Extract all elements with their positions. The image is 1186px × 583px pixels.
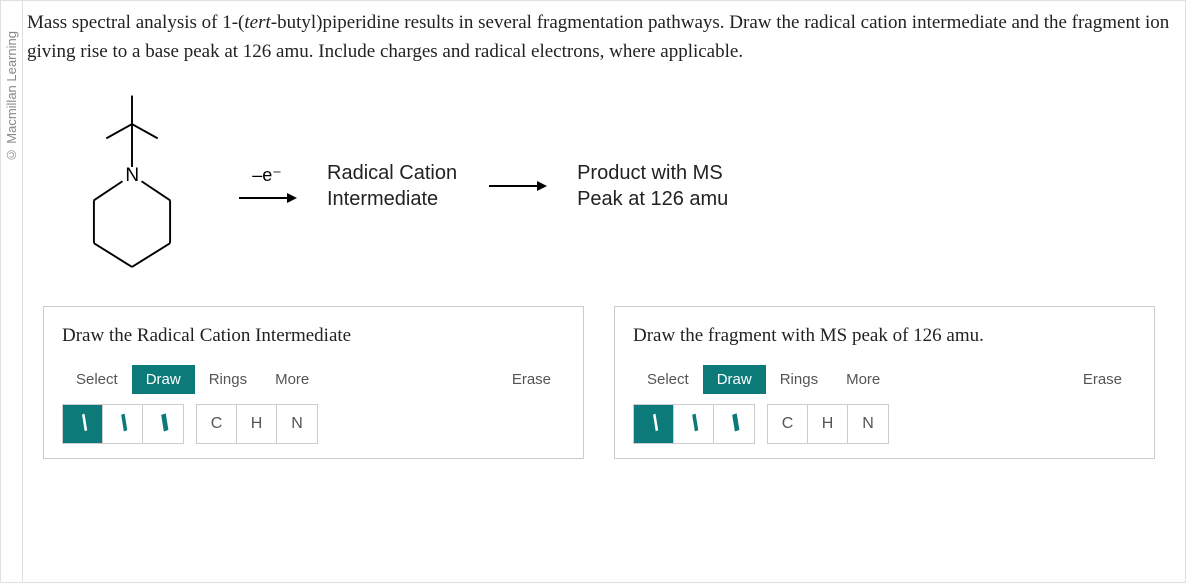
atom-group-right: C H N <box>767 404 889 444</box>
bond-group-right: / // /// <box>633 404 755 444</box>
copyright-sidebar: © Macmillan Learning <box>1 1 23 582</box>
arrow-icon <box>487 176 547 196</box>
arrow-icon <box>237 188 297 208</box>
product-label-line1: Product with MS <box>577 160 728 186</box>
question-italic: tert <box>244 12 270 33</box>
double-bond-button[interactable]: // <box>674 405 714 443</box>
intermediate-label: Radical Cation Intermediate <box>327 160 457 212</box>
intermediate-label-line2: Intermediate <box>327 186 457 212</box>
electron-loss-label: –e⁻ <box>252 165 282 186</box>
rings-tab[interactable]: Rings <box>195 365 261 394</box>
carbon-button[interactable]: C <box>768 405 808 443</box>
double-bond-button[interactable]: // <box>103 405 143 443</box>
nitrogen-label: N <box>125 165 139 186</box>
intermediate-label-line1: Radical Cation <box>327 160 457 186</box>
toolbar-row2-left: / // /// C H N <box>62 404 565 444</box>
toolbar-row1-left: Select Draw Rings More Erase <box>62 365 565 394</box>
product-label-line2: Peak at 126 amu <box>577 186 728 212</box>
content-area: Mass spectral analysis of 1-(tert-butyl)… <box>23 1 1185 582</box>
arrow-group-2 <box>487 176 547 196</box>
triple-bond-icon: /// <box>157 411 169 437</box>
rings-tab[interactable]: Rings <box>766 365 832 394</box>
single-bond-button[interactable]: / <box>63 405 103 443</box>
more-tab[interactable]: More <box>261 365 323 394</box>
erase-button[interactable]: Erase <box>498 365 565 394</box>
panel-title-left: Draw the Radical Cation Intermediate <box>62 325 565 347</box>
bond-group-left: / // /// <box>62 404 184 444</box>
erase-button[interactable]: Erase <box>1069 365 1136 394</box>
single-bond-icon: / <box>78 412 88 437</box>
nitrogen-button[interactable]: N <box>277 405 317 443</box>
triple-bond-button[interactable]: /// <box>714 405 754 443</box>
question-prefix: Mass spectral analysis of 1-( <box>27 12 244 33</box>
draw-tab[interactable]: Draw <box>703 365 766 394</box>
panel-title-right: Draw the fragment with MS peak of 126 am… <box>633 325 1136 347</box>
double-bond-icon: // <box>688 411 699 436</box>
draw-tab[interactable]: Draw <box>132 365 195 394</box>
hydrogen-button[interactable]: H <box>808 405 848 443</box>
select-tab[interactable]: Select <box>62 365 132 394</box>
product-label: Product with MS Peak at 126 amu <box>577 160 728 212</box>
more-tab[interactable]: More <box>832 365 894 394</box>
select-tab[interactable]: Select <box>633 365 703 394</box>
reaction-scheme: N –e⁻ Radical Catio <box>27 76 1171 306</box>
drawing-panel-left: Draw the Radical Cation Intermediate Sel… <box>43 306 584 459</box>
triple-bond-icon: /// <box>728 411 740 437</box>
atom-group-left: C H N <box>196 404 318 444</box>
nitrogen-button[interactable]: N <box>848 405 888 443</box>
single-bond-icon: / <box>649 412 659 437</box>
toolbar-tabs-left: Select Draw Rings More <box>62 365 323 394</box>
main-container: © Macmillan Learning Mass spectral analy… <box>0 0 1186 583</box>
double-bond-icon: // <box>117 411 128 436</box>
toolbar-row2-right: / // /// C H N <box>633 404 1136 444</box>
drawing-panel-right: Draw the fragment with MS peak of 126 am… <box>614 306 1155 459</box>
single-bond-button[interactable]: / <box>634 405 674 443</box>
copyright-text: © Macmillan Learning <box>4 31 19 162</box>
drawing-panels: Draw the Radical Cation Intermediate Sel… <box>27 306 1171 459</box>
carbon-button[interactable]: C <box>197 405 237 443</box>
question-text: Mass spectral analysis of 1-(tert-butyl)… <box>27 9 1171 66</box>
arrow-group-1: –e⁻ <box>237 165 297 208</box>
toolbar-tabs-right: Select Draw Rings More <box>633 365 894 394</box>
molecule-structure: N <box>57 86 207 286</box>
triple-bond-button[interactable]: /// <box>143 405 183 443</box>
hydrogen-button[interactable]: H <box>237 405 277 443</box>
toolbar-row1-right: Select Draw Rings More Erase <box>633 365 1136 394</box>
